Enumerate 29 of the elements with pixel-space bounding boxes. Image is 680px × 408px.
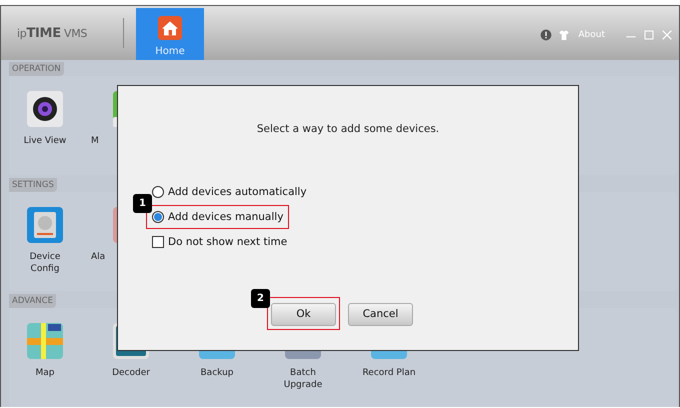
step-badge: 1 [133, 194, 152, 213]
house-icon [158, 16, 182, 40]
cancel-button[interactable]: Cancel [348, 302, 413, 326]
tile-label: Live View [24, 135, 66, 147]
dialog-message: Select a way to add some devices. [256, 123, 440, 135]
tile-label: Device Config [30, 251, 60, 275]
option-label: Do not show next time [168, 236, 288, 248]
option-label: Add devices automatically [168, 186, 307, 198]
hard-drive-icon[interactable] [27, 207, 63, 243]
section-header: ADVANCE [9, 294, 56, 308]
step-badge: 2 [251, 289, 270, 308]
tile-label: Batch Upgrade [284, 367, 322, 391]
tile-label: Ala [91, 251, 106, 263]
option-label: Add devices manually [168, 210, 284, 222]
map-icon[interactable] [27, 323, 63, 359]
tile-label: Decoder [112, 367, 150, 379]
tile-label: Backup [200, 367, 234, 379]
section-header: SETTINGS [9, 178, 57, 192]
tile-label: Record Plan [362, 367, 416, 379]
radio-button[interactable] [152, 186, 164, 198]
radio-button[interactable] [152, 210, 164, 222]
checkbox[interactable] [152, 236, 164, 248]
app-logo: ipTIME VMS [17, 26, 88, 40]
tile-label: Map [36, 367, 54, 379]
alert-icon[interactable] [540, 29, 552, 41]
tile-label: M [91, 135, 99, 147]
section-header: OPERATION [9, 62, 64, 76]
ok-button[interactable]: Ok [271, 302, 336, 326]
camera-icon[interactable] [27, 91, 63, 127]
